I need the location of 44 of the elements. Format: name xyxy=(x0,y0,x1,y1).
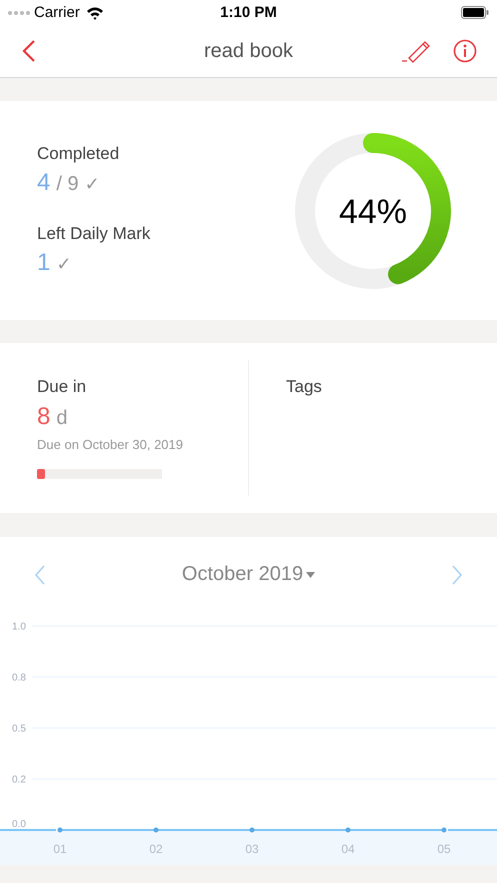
total-count: / 9 xyxy=(56,173,79,196)
checkmark: ✓ xyxy=(84,174,100,195)
y-tick-label: 0.0 xyxy=(12,819,26,830)
battery-icon xyxy=(461,6,489,19)
x-tick-label: 03 xyxy=(245,842,259,856)
y-tick-label: 0.5 xyxy=(12,724,26,734)
days-unit: d xyxy=(56,407,68,430)
status-time: 1:10 PM xyxy=(220,4,277,21)
back-button[interactable] xyxy=(22,39,36,63)
pencil-icon xyxy=(401,39,431,63)
data-point xyxy=(154,828,158,832)
wifi-icon xyxy=(86,6,104,20)
left-daily-count: 1 xyxy=(37,249,50,277)
tags-label: Tags xyxy=(286,377,322,397)
info-button[interactable] xyxy=(453,39,477,63)
data-point xyxy=(58,828,62,832)
y-tick-label: 1.0 xyxy=(12,622,26,632)
data-point xyxy=(442,828,446,832)
due-label: Due in xyxy=(37,377,88,397)
completed-label: Completed xyxy=(37,144,120,164)
data-point xyxy=(346,828,350,832)
screen-title: read book xyxy=(204,40,293,62)
x-tick-label: 04 xyxy=(341,842,355,856)
left-daily-label: Left Daily Mark xyxy=(37,224,152,244)
y-tick-label: 0.2 xyxy=(12,774,26,786)
checkmark: ✓ xyxy=(56,254,72,275)
x-tick-label: 01 xyxy=(53,842,67,856)
percent-text: 44% xyxy=(338,192,408,230)
chevron-right-icon xyxy=(451,564,463,584)
x-tick-label: 02 xyxy=(149,842,163,856)
edit-button[interactable] xyxy=(401,39,431,63)
due-date: Due on October 30, 2019 xyxy=(37,437,184,452)
carrier-name: Carrier xyxy=(34,4,80,21)
back-chevron-icon xyxy=(22,39,36,63)
chevron-left-icon xyxy=(34,564,46,584)
days-count: 8 xyxy=(37,403,50,431)
y-tick-label: 0.8 xyxy=(12,672,26,684)
month-selector[interactable]: October 2019 xyxy=(182,563,316,586)
signal-icon xyxy=(8,10,30,14)
data-point xyxy=(250,828,254,832)
info-icon xyxy=(453,39,477,63)
dropdown-caret-icon xyxy=(306,572,316,578)
x-tick-label: 05 xyxy=(437,842,451,856)
completed-count: 4 xyxy=(37,169,50,197)
